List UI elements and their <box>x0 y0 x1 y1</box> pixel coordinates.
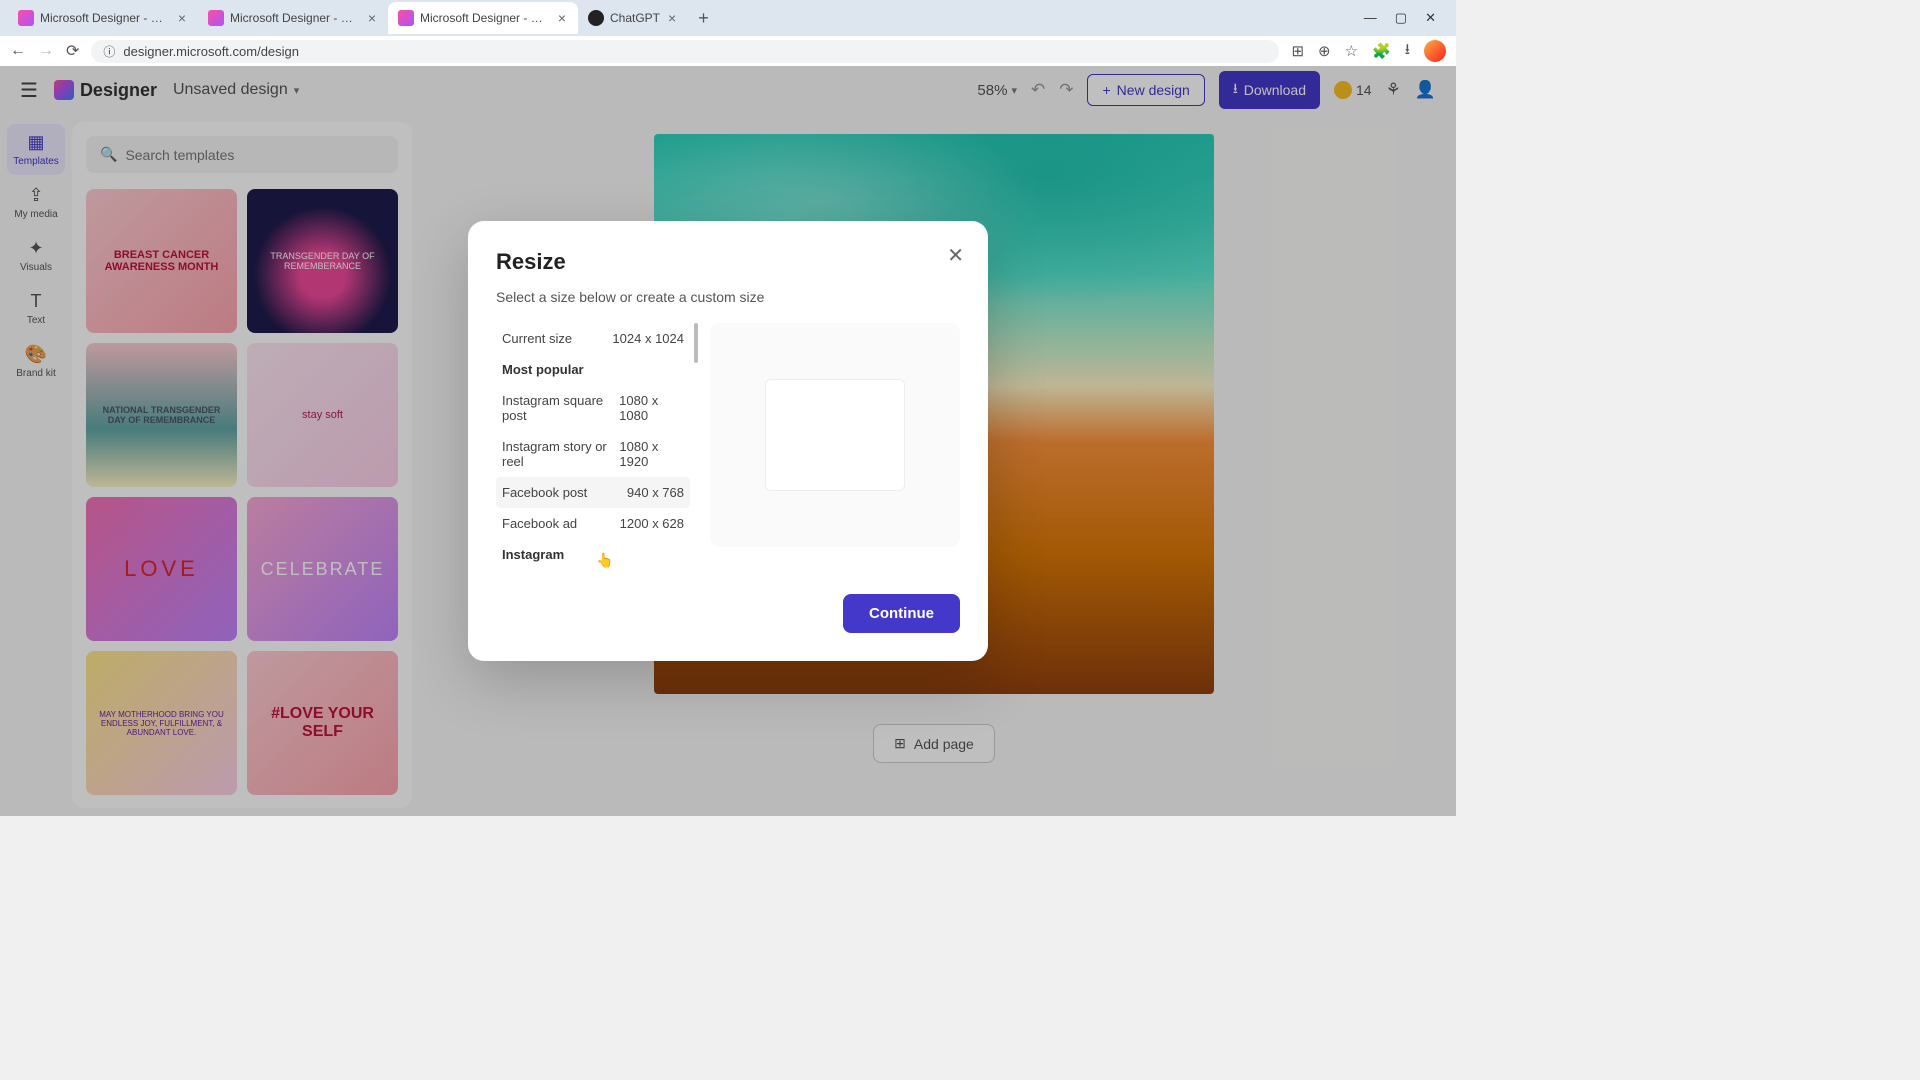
profile-avatar[interactable] <box>1424 40 1446 62</box>
resize-modal: Resize ✕ Select a size below or create a… <box>468 221 988 661</box>
tab-title: ChatGPT <box>610 11 660 25</box>
tab-bar: Microsoft Designer - Stunning × Microsoft… <box>0 0 1456 36</box>
modal-subtitle: Select a size below or create a custom s… <box>496 289 960 305</box>
browser-tab[interactable]: Microsoft Designer - Stunning × <box>388 2 578 34</box>
size-dim: 940 x 768 <box>627 485 684 500</box>
preview-pane <box>710 323 960 547</box>
favicon-icon <box>18 10 34 26</box>
size-row[interactable]: Instagram square post1080 x 1080 <box>496 385 690 431</box>
site-info-icon[interactable]: ⓘ <box>103 43 115 60</box>
size-name: Facebook post <box>502 485 587 500</box>
app-root: ☰ Designer Unsaved design▾ 58%▾ ↶ ↷ +New… <box>0 66 1456 816</box>
downloads-icon[interactable]: ⭳ <box>1405 39 1410 64</box>
extensions-icon[interactable]: 🧩 <box>1372 42 1391 60</box>
modal-title: Resize <box>496 249 960 275</box>
tab-title: Microsoft Designer - Stunning <box>230 11 360 25</box>
size-name: Instagram square post <box>502 393 619 423</box>
size-row-current[interactable]: Current size 1024 x 1024 <box>496 323 690 354</box>
close-icon[interactable]: × <box>176 10 188 26</box>
browser-chrome: Microsoft Designer - Stunning × Microsoft… <box>0 0 1456 66</box>
favicon-icon <box>588 10 604 26</box>
browser-tab[interactable]: Microsoft Designer - Stunning × <box>198 2 388 34</box>
forward-icon[interactable]: → <box>38 42 54 60</box>
address-bar: ← → ⟳ ⓘ designer.microsoft.com/design ⊞ … <box>0 36 1456 66</box>
tab-title: Microsoft Designer - Stunning <box>40 11 170 25</box>
favicon-icon <box>208 10 224 26</box>
maximize-icon[interactable]: ▢ <box>1395 10 1407 26</box>
back-icon[interactable]: ← <box>10 42 26 60</box>
favicon-icon <box>398 10 414 26</box>
close-icon[interactable]: × <box>666 10 678 26</box>
new-tab-button[interactable]: + <box>688 8 719 29</box>
close-icon[interactable]: × <box>366 10 378 26</box>
url-text: designer.microsoft.com/design <box>123 44 299 59</box>
tab-title: Microsoft Designer - Stunning <box>420 11 550 25</box>
size-row[interactable]: Facebook ad 1200 x 628 <box>496 508 690 539</box>
browser-tab[interactable]: ChatGPT × <box>578 2 688 34</box>
scrollbar[interactable] <box>694 323 698 363</box>
window-controls: — ▢ ✕ <box>1364 10 1448 26</box>
bookmark-icon[interactable]: ☆ <box>1345 42 1358 60</box>
size-name: Facebook ad <box>502 516 577 531</box>
size-heading: Instagram <box>496 539 690 570</box>
browser-tab[interactable]: Microsoft Designer - Stunning × <box>8 2 198 34</box>
url-input[interactable]: ⓘ designer.microsoft.com/design <box>91 40 1279 63</box>
size-name: Instagram story or reel <box>502 439 619 469</box>
size-row[interactable]: Facebook post 940 x 768 <box>496 477 690 508</box>
size-dim: 1200 x 628 <box>620 516 684 531</box>
continue-button[interactable]: Continue <box>843 594 960 633</box>
close-window-icon[interactable]: ✕ <box>1425 10 1436 26</box>
size-dim: 1024 x 1024 <box>612 331 684 346</box>
install-icon[interactable]: ⊞ <box>1291 42 1304 60</box>
size-heading: Most popular <box>496 354 690 385</box>
preview-shape <box>765 379 905 491</box>
size-dim: 1080 x 1920 <box>619 439 684 469</box>
close-icon[interactable]: ✕ <box>947 243 964 268</box>
size-dim: 1080 x 1080 <box>619 393 684 423</box>
size-name: Current size <box>502 331 572 346</box>
translate-icon[interactable]: ⊕ <box>1318 42 1331 60</box>
size-row[interactable]: Instagram story or reel1080 x 1920 <box>496 431 690 477</box>
reload-icon[interactable]: ⟳ <box>66 41 79 61</box>
modal-overlay[interactable]: Resize ✕ Select a size below or create a… <box>0 66 1456 816</box>
close-icon[interactable]: × <box>556 10 568 26</box>
minimize-icon[interactable]: — <box>1364 10 1377 26</box>
size-list: Current size 1024 x 1024 Most popular Ins… <box>496 323 690 570</box>
